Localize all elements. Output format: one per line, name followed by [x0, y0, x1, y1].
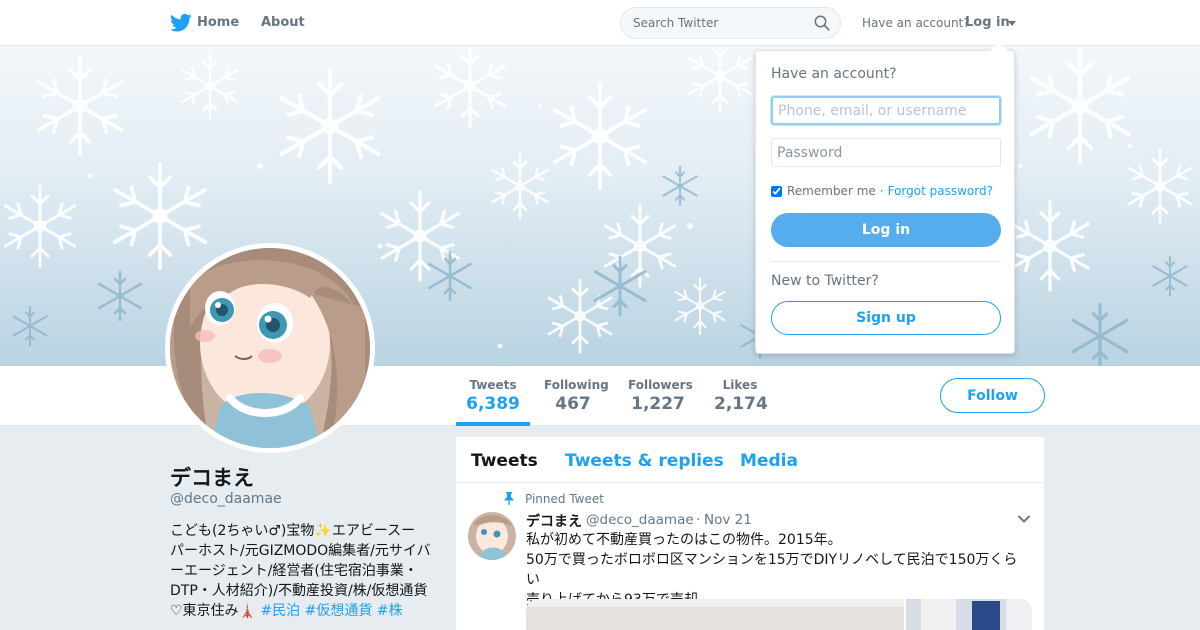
- tab-tweets[interactable]: Tweets: [471, 451, 538, 471]
- stat-following[interactable]: Following 467: [544, 378, 609, 414]
- login-button[interactable]: Log in: [771, 213, 1001, 247]
- tweet-date[interactable]: Nov 21: [704, 512, 752, 528]
- active-stat-underline: [456, 422, 530, 426]
- stat-value: 2,174: [714, 394, 768, 414]
- stat-label: Tweets: [469, 378, 517, 392]
- stat-label: Followers: [628, 378, 693, 392]
- stat-likes[interactable]: Likes 2,174: [714, 378, 768, 414]
- profile-avatar[interactable]: [165, 243, 375, 453]
- remember-row: Remember me · Forgot password?: [771, 184, 993, 198]
- bio-line: ♡東京住み🗼: [170, 603, 261, 619]
- pinned-tweet-label: Pinned Tweet: [525, 492, 604, 506]
- search-icon[interactable]: [814, 15, 830, 31]
- chevron-down-icon[interactable]: [1008, 21, 1016, 26]
- avatar-illustration: [170, 248, 370, 448]
- tweet-media[interactable]: [526, 599, 1032, 630]
- follow-button[interactable]: Follow: [940, 378, 1045, 413]
- tweet-avatar-illustration: [468, 512, 516, 560]
- tweet-meta-separator: ·: [696, 512, 701, 528]
- tweet-author-name[interactable]: デコまえ: [526, 511, 582, 531]
- search-box: [620, 7, 841, 39]
- tweet-text: 私が初めて不動産買ったのはこの物件。2015年。 50万で買ったボロボロ区マンシ…: [526, 530, 1031, 610]
- have-account-text: Have an account?: [862, 16, 970, 30]
- timeline-tabs: Tweets Tweets & replies Media: [456, 437, 1044, 483]
- nav-about-link[interactable]: About: [261, 15, 305, 30]
- bio-line: こども(2ちゃい♂)宝物✨エアビースー: [170, 523, 416, 539]
- tab-tweets-replies[interactable]: Tweets & replies: [565, 451, 724, 471]
- dropdown-arrow: [990, 42, 1008, 51]
- tweet-photo: [526, 599, 1032, 630]
- bio-line: DTP・人材紹介)/不動産投資/株/仮想通貨: [170, 583, 428, 599]
- remember-separator: ·: [879, 184, 884, 198]
- login-dropdown: Have an account? Remember me · Forgot pa…: [755, 42, 1015, 354]
- username-field[interactable]: [771, 96, 1001, 125]
- stat-label: Following: [544, 378, 609, 392]
- forgot-password-link[interactable]: Forgot password?: [888, 184, 993, 198]
- profile-handle[interactable]: @deco_daamae: [170, 491, 282, 507]
- top-navigation: Home About Have an account? Log in: [0, 0, 1200, 46]
- twitter-bird-icon[interactable]: [170, 13, 192, 33]
- chevron-down-icon[interactable]: [1017, 514, 1031, 524]
- tweet-author-handle[interactable]: @deco_daamae: [586, 512, 694, 528]
- pin-icon: [504, 492, 514, 505]
- nav-home-link[interactable]: Home: [197, 15, 239, 30]
- profile-bio: こども(2ちゃい♂)宝物✨エアビースー パーホスト/元GIZMODO編集者/元サ…: [170, 521, 440, 621]
- stat-value: 6,389: [466, 394, 520, 414]
- stat-followers[interactable]: Followers 1,227: [628, 378, 693, 414]
- remember-checkbox[interactable]: [771, 185, 782, 197]
- bio-line: ーエージェント/経営者(住宅宿泊事業・: [170, 563, 418, 579]
- tweet-avatar[interactable]: [468, 512, 516, 560]
- remember-label[interactable]: Remember me: [787, 184, 876, 198]
- tweet-text-line: 私が初めて不動産買ったのはこの物件。2015年。: [526, 532, 842, 548]
- tweet-text-line: 50万で買ったボロボロ区マンションを15万でDIYリノベして民泊で150万くらい: [526, 552, 1018, 588]
- bio-line: パーホスト/元GIZMODO編集者/元サイバ: [170, 543, 431, 559]
- password-field[interactable]: [771, 138, 1001, 167]
- bio-line-last: ♡東京住み🗼 #民泊 #仮想通貨 #株: [170, 601, 440, 621]
- profile-name[interactable]: デコまえ: [170, 462, 254, 492]
- stat-value: 1,227: [631, 394, 685, 414]
- nav-login-link[interactable]: Log in: [965, 15, 1010, 30]
- signup-button[interactable]: Sign up: [771, 301, 1001, 335]
- stat-value: 467: [555, 394, 591, 414]
- login-dropdown-title: Have an account?: [771, 66, 897, 82]
- tab-media[interactable]: Media: [740, 451, 798, 471]
- timeline: Tweets Tweets & replies Media Pinned Twe…: [456, 437, 1044, 630]
- search-input[interactable]: [621, 8, 801, 38]
- divider: [771, 261, 1001, 262]
- bio-hashtags[interactable]: #民泊 #仮想通貨 #株: [260, 603, 402, 619]
- stat-label: Likes: [722, 378, 758, 392]
- stat-tweets[interactable]: Tweets 6,389: [466, 378, 520, 414]
- new-to-twitter-text: New to Twitter?: [771, 273, 879, 289]
